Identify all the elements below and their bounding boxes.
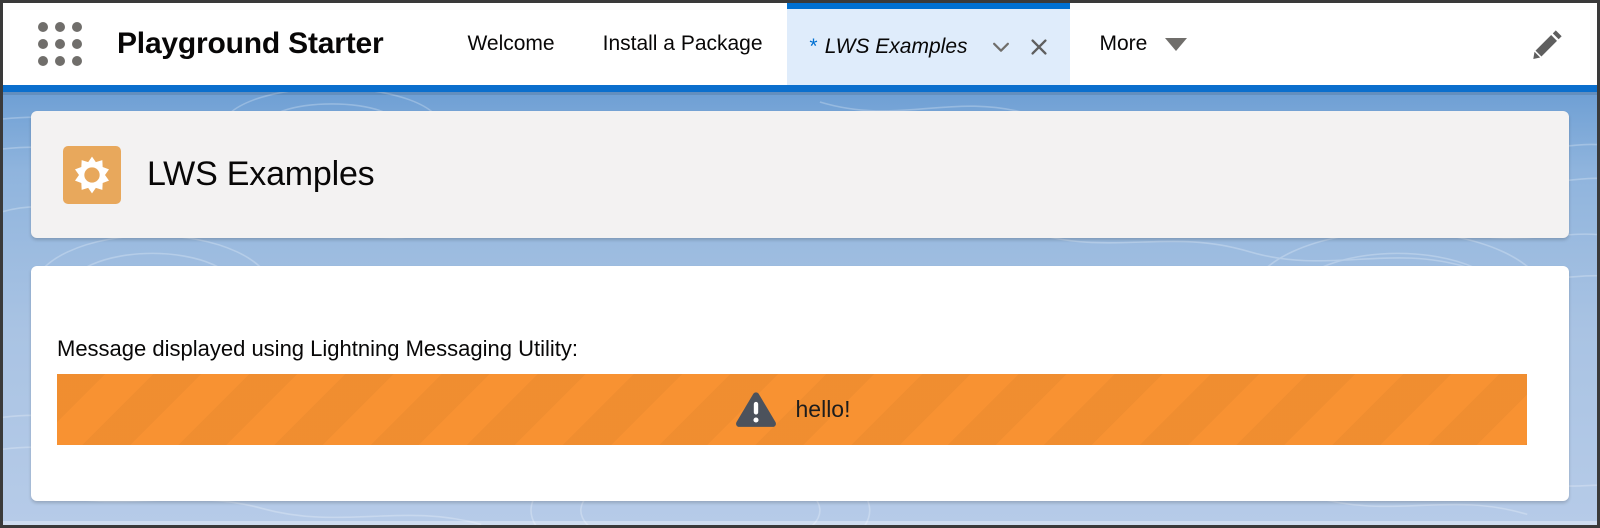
nav-tab-label: Install a Package — [602, 32, 763, 55]
nav-tab-more[interactable]: More — [1076, 3, 1212, 85]
nav-tab-install-a-package[interactable]: Install a Package — [579, 3, 787, 85]
close-icon[interactable] — [1028, 36, 1050, 58]
nav-tab-welcome[interactable]: Welcome — [443, 3, 578, 85]
nav-tab-label: Welcome — [467, 32, 555, 55]
nav-tab-more-label: More — [1099, 32, 1148, 55]
caret-down-icon — [1165, 37, 1188, 51]
page-bottom-edge — [3, 521, 1597, 525]
brand-accent-bar — [3, 85, 1597, 92]
page-title: LWS Examples — [147, 155, 375, 193]
app-icon-tile — [63, 145, 121, 204]
sun-icon — [75, 156, 109, 193]
message-banner: hello! — [57, 374, 1527, 445]
app-name-label: Playground Starter — [117, 27, 384, 60]
warning-triangle-icon — [735, 391, 776, 427]
page-background: LWS Examples Message displayed using Lig… — [3, 92, 1597, 525]
chevron-down-icon[interactable] — [990, 36, 1012, 58]
edit-page-button[interactable] — [1513, 3, 1583, 85]
message-label: Message displayed using Lightning Messag… — [57, 336, 578, 361]
nav-tab-lws-examples[interactable]: * LWS Examples — [786, 3, 1070, 85]
lwc-content-card: Message displayed using Lightning Messag… — [31, 266, 1569, 501]
banner-message-text: hello! — [795, 396, 851, 422]
global-navigation-bar: Playground Starter Welcome Install a Pac… — [3, 3, 1597, 85]
app-launcher-button[interactable] — [31, 3, 89, 85]
app-launcher-grid-icon — [38, 22, 82, 66]
nav-tab-list: Welcome Install a Package * LWS Examples — [443, 3, 1211, 85]
page-header-card: LWS Examples — [31, 111, 1569, 238]
unsaved-changes-marker: * — [808, 35, 817, 58]
nav-tab-actions — [990, 36, 1050, 58]
nav-tab-label: LWS Examples — [824, 35, 968, 58]
pencil-icon — [1533, 30, 1562, 59]
browser-screenshot: Playground Starter Welcome Install a Pac… — [0, 0, 1600, 528]
